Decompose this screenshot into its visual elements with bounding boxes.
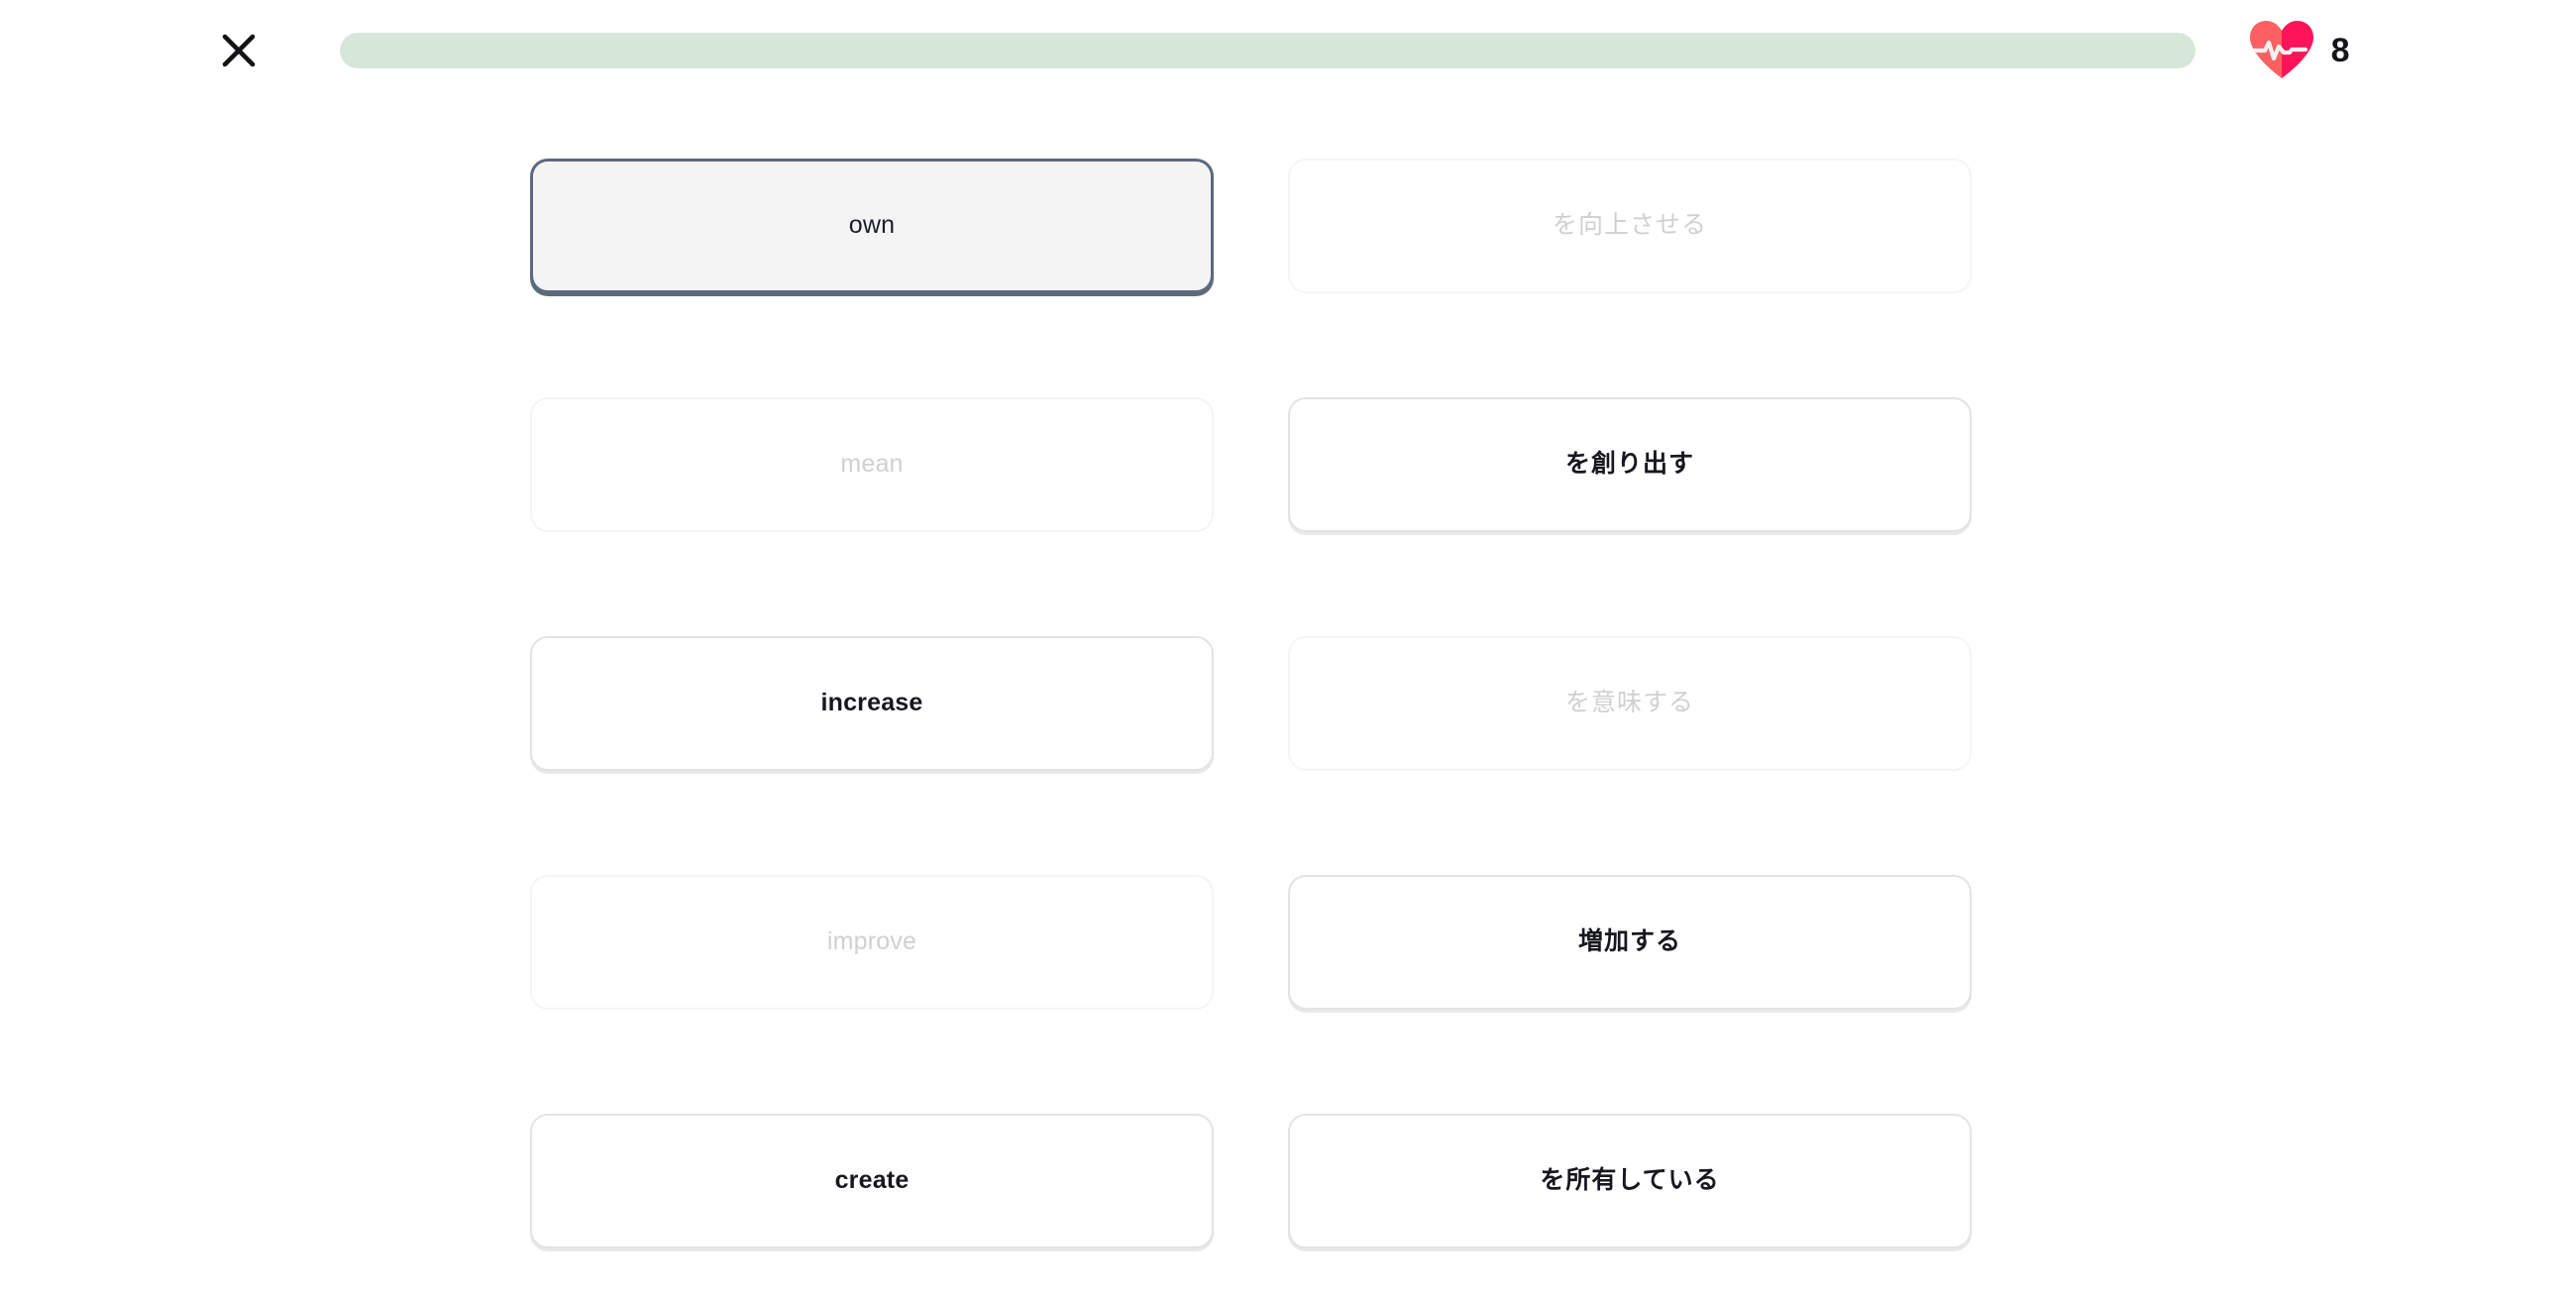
match-card-label: increase xyxy=(820,689,923,717)
match-card-label: create xyxy=(834,1166,910,1195)
match-card-right-1: を向上させる xyxy=(1288,159,1972,293)
progress-bar xyxy=(340,33,2196,68)
match-card-left-4: improve xyxy=(530,875,1214,1010)
match-card-grid: own を向上させる mean を創り出す increase を意味する improve 増加… xyxy=(530,159,2049,1248)
progress-bar-fill xyxy=(340,33,2196,68)
match-card-label: を創り出す xyxy=(1564,450,1694,479)
match-card-label: を意味する xyxy=(1564,689,1694,717)
close-icon[interactable] xyxy=(206,18,271,83)
match-card-label: improve xyxy=(826,927,917,956)
match-card-right-5[interactable]: を所有している xyxy=(1288,1114,1972,1248)
exercise-screen: 8 own を向上させる mean を創り出す increase を意味する improve… xyxy=(0,0,2576,1298)
match-card-label: を向上させる xyxy=(1552,211,1707,240)
match-card-left-1[interactable]: own xyxy=(530,159,1214,293)
match-card-label: mean xyxy=(840,450,904,479)
match-card-right-4[interactable]: 増加する xyxy=(1288,875,1972,1010)
match-card-left-2: mean xyxy=(530,397,1214,532)
match-card-label: を所有している xyxy=(1540,1166,1720,1195)
beating-heart-icon xyxy=(2246,17,2317,84)
lives-indicator: 8 xyxy=(2246,16,2350,85)
match-card-label: 増加する xyxy=(1577,927,1681,956)
header-bar: 8 xyxy=(0,0,2576,109)
lives-count: 8 xyxy=(2330,32,2350,69)
match-card-right-3: を意味する xyxy=(1288,636,1972,771)
match-card-left-3[interactable]: increase xyxy=(530,636,1214,771)
match-card-right-2[interactable]: を創り出す xyxy=(1288,397,1972,532)
match-card-left-5[interactable]: create xyxy=(530,1114,1214,1248)
match-card-label: own xyxy=(848,211,896,240)
